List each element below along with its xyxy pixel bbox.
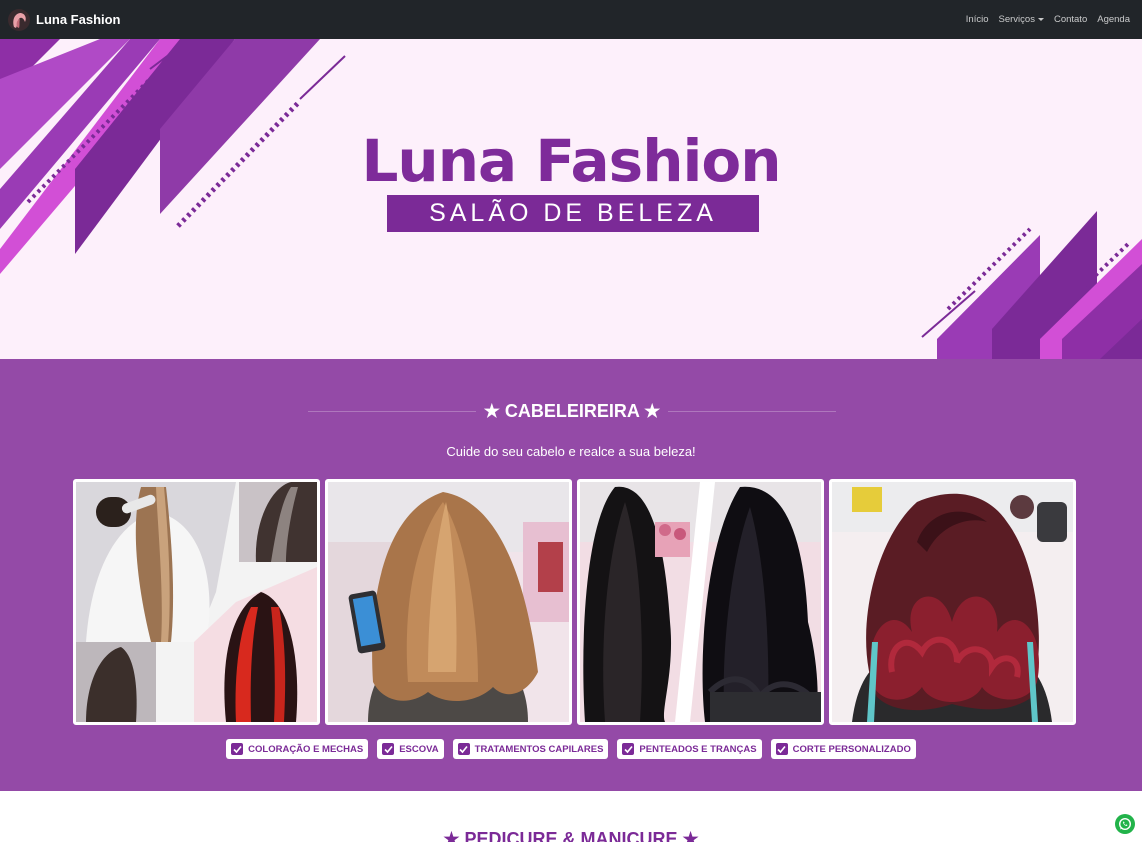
service-tag-label: PENTEADOS E TRANÇAS — [639, 743, 757, 755]
nav-menu: Início Serviços Contato Agenda — [966, 14, 1134, 25]
hair-silhouette-icon — [8, 8, 30, 31]
navbar: Luna Fashion Início Serviços Contato Age… — [0, 0, 1142, 39]
nav-dropdown-servicos[interactable]: Serviços — [999, 14, 1044, 25]
brand-name: Luna Fashion — [36, 12, 121, 27]
section-title: ★ CABELEIREIRA ★ — [483, 400, 661, 421]
checkbox-icon — [382, 743, 395, 755]
service-tags: COLORAÇÃO E MECHAS ESCOVA TRATAMENTOS CA… — [0, 739, 1142, 759]
brown-straight-hair-photo[interactable] — [325, 479, 572, 725]
nav-link-servicos: Serviços — [998, 14, 1035, 25]
service-tag-label: TRATAMENTOS CAPILARES — [474, 743, 604, 755]
service-tag-label: ESCOVA — [399, 743, 439, 755]
nav-link-inicio[interactable]: Início — [966, 14, 989, 25]
service-tag-label: COLORAÇÃO E MECHAS — [248, 743, 364, 755]
checkbox-icon — [457, 743, 470, 755]
checkbox-icon — [775, 743, 788, 755]
checkbox-icon — [622, 743, 635, 755]
checkbox-icon — [231, 743, 244, 755]
black-hair-before-after-photo[interactable] — [577, 479, 824, 725]
cabeleireira-section: ★ CABELEIREIRA ★ Cuide do seu cabelo e r… — [0, 359, 1142, 791]
hero-banner: Luna Fashion SALÃO DE BELEZA — [0, 39, 1142, 359]
brand-link[interactable]: Luna Fashion — [8, 8, 121, 31]
red-curly-hair-photo[interactable] — [829, 479, 1076, 725]
section-heading: ★ CABELEIREIRA ★ — [308, 399, 836, 423]
whatsapp-icon[interactable] — [1115, 814, 1135, 834]
hero-subtitle: SALÃO DE BELEZA — [387, 195, 759, 232]
section-description: Cuide do seu cabelo e realce a sua belez… — [446, 444, 696, 459]
hair-coloring-collage-photo[interactable] — [73, 479, 320, 725]
hero-title: Luna Fashion — [361, 127, 781, 195]
service-tag: ESCOVA — [377, 739, 444, 759]
nav-link-agenda[interactable]: Agenda — [1097, 14, 1130, 25]
caret-down-icon — [1037, 17, 1044, 21]
nav-link-contato[interactable]: Contato — [1054, 14, 1087, 25]
service-tag: CORTE PERSONALIZADO — [770, 739, 916, 759]
service-tag: COLORAÇÃO E MECHAS — [226, 739, 369, 759]
pedicure-section-title: ★ PEDICURE & MANICURE ★ — [443, 829, 699, 842]
service-tag-label: CORTE PERSONALIZADO — [792, 743, 911, 755]
service-tag: TRATAMENTOS CAPILARES — [452, 739, 609, 759]
service-tag: PENTEADOS E TRANÇAS — [617, 739, 762, 759]
photo-gallery — [73, 479, 1076, 725]
